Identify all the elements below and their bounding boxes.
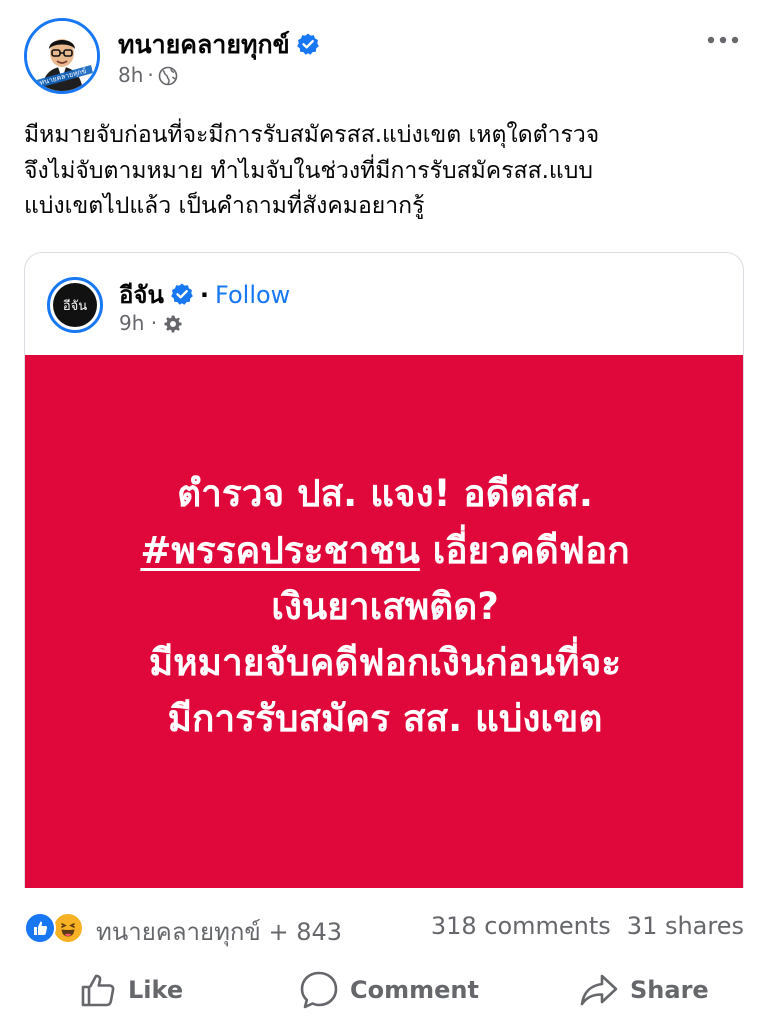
author-avatar-image: ทนายคลายทุกข์ bbox=[27, 21, 97, 91]
engagement-counts: 318 comments 31 shares bbox=[431, 912, 744, 940]
shared-post-image[interactable]: ตำรวจ ปส. แจง! อดีตสส. #พรรคประชาชน เอี่… bbox=[25, 355, 743, 888]
post-meta: 8h · bbox=[118, 63, 178, 87]
follow-separator: · bbox=[199, 281, 210, 309]
hashtag-link[interactable]: #พรรคประชาชน bbox=[140, 529, 419, 572]
author-avatar[interactable]: ทนายคลายทุกข์ bbox=[24, 18, 100, 94]
author-name[interactable]: ทนายคลายทุกข์ bbox=[118, 30, 290, 59]
image-text-fragment: เอี่ยวคดีฟอก bbox=[419, 528, 630, 572]
reactions-bar: ทนายคลายทุกข์ + 843 318 comments 31 share… bbox=[24, 908, 744, 948]
shared-post-meta: 9h · bbox=[119, 311, 183, 335]
meta-separator: · bbox=[144, 311, 164, 335]
shared-post-card[interactable]: อีจัน อีจัน · Follow 9h · ตำรวจ ปส. แจง! อ… bbox=[24, 252, 744, 888]
reaction-icons[interactable] bbox=[24, 912, 88, 946]
more-options-button[interactable] bbox=[703, 28, 743, 52]
globe-icon[interactable] bbox=[158, 63, 178, 87]
comment-bubble-icon bbox=[300, 971, 338, 1009]
author-name-row: ทนายคลายทุกข์ bbox=[118, 25, 320, 65]
shared-post-time[interactable]: 9h bbox=[119, 311, 144, 335]
image-text-line: ตำรวจ ปส. แจง! อดีตสส. bbox=[177, 472, 593, 516]
gear-icon[interactable] bbox=[163, 311, 183, 335]
shared-author-name[interactable]: อีจัน bbox=[119, 281, 164, 309]
comment-button[interactable]: Comment bbox=[298, 968, 479, 1012]
action-bar: Like Comment Share bbox=[0, 960, 769, 1018]
image-headline: ตำรวจ ปส. แจง! อดีตสส. #พรรคประชาชน เอี่… bbox=[65, 466, 705, 747]
shared-avatar-text: อีจัน bbox=[53, 283, 97, 327]
post-text-line: แบ่งเขตไปแล้ว เป็นคำถามที่สังคมอยากรู้ bbox=[24, 193, 425, 220]
post-text-line: มีหมายจับก่อนที่จะมีการรับสมัครสส.แบ่งเข… bbox=[24, 122, 600, 148]
post-text-line: จึงไม่จับตามหมาย ทำไมจับในช่วงที่มีการรั… bbox=[24, 157, 593, 184]
reaction-summary[interactable]: ทนายคลายทุกข์ + 843 bbox=[96, 912, 342, 951]
share-button-label: Share bbox=[630, 976, 709, 1004]
verified-badge-icon bbox=[296, 32, 320, 62]
comments-count[interactable]: 318 comments bbox=[431, 912, 611, 940]
image-text-line: มีหมายจับคดีฟอกเงินก่อนที่จะ bbox=[148, 641, 622, 685]
like-reaction-icon bbox=[24, 912, 56, 944]
verified-badge-icon bbox=[170, 282, 194, 312]
shared-author-row: อีจัน · Follow bbox=[119, 275, 290, 314]
image-text-line: เงินยาเสพติด? bbox=[271, 584, 499, 628]
share-arrow-icon bbox=[580, 974, 618, 1006]
post-header: ทนายคลายทุกข์ ทนายคลายทุกข์ 8h · bbox=[0, 0, 769, 110]
like-button-label: Like bbox=[128, 976, 184, 1004]
post-time[interactable]: 8h bbox=[118, 63, 143, 87]
like-button[interactable]: Like bbox=[78, 968, 183, 1012]
shares-count[interactable]: 31 shares bbox=[627, 912, 744, 940]
more-horizontal-icon bbox=[707, 36, 739, 44]
follow-button[interactable]: Follow bbox=[215, 281, 290, 309]
haha-reaction-icon bbox=[52, 912, 84, 944]
shared-author-avatar[interactable]: อีจัน bbox=[47, 277, 103, 333]
image-text-line: #พรรคประชาชน เอี่ยวคดีฟอก bbox=[65, 523, 705, 579]
thumbs-up-icon bbox=[81, 974, 115, 1007]
image-text-line: มีการรับสมัคร สส. แบ่งเขต bbox=[167, 697, 603, 741]
comment-button-label: Comment bbox=[350, 976, 479, 1004]
meta-separator: · bbox=[147, 63, 154, 87]
post-text: มีหมายจับก่อนที่จะมีการรับสมัครสส.แบ่งเข… bbox=[24, 118, 749, 225]
share-button[interactable]: Share bbox=[578, 968, 709, 1012]
